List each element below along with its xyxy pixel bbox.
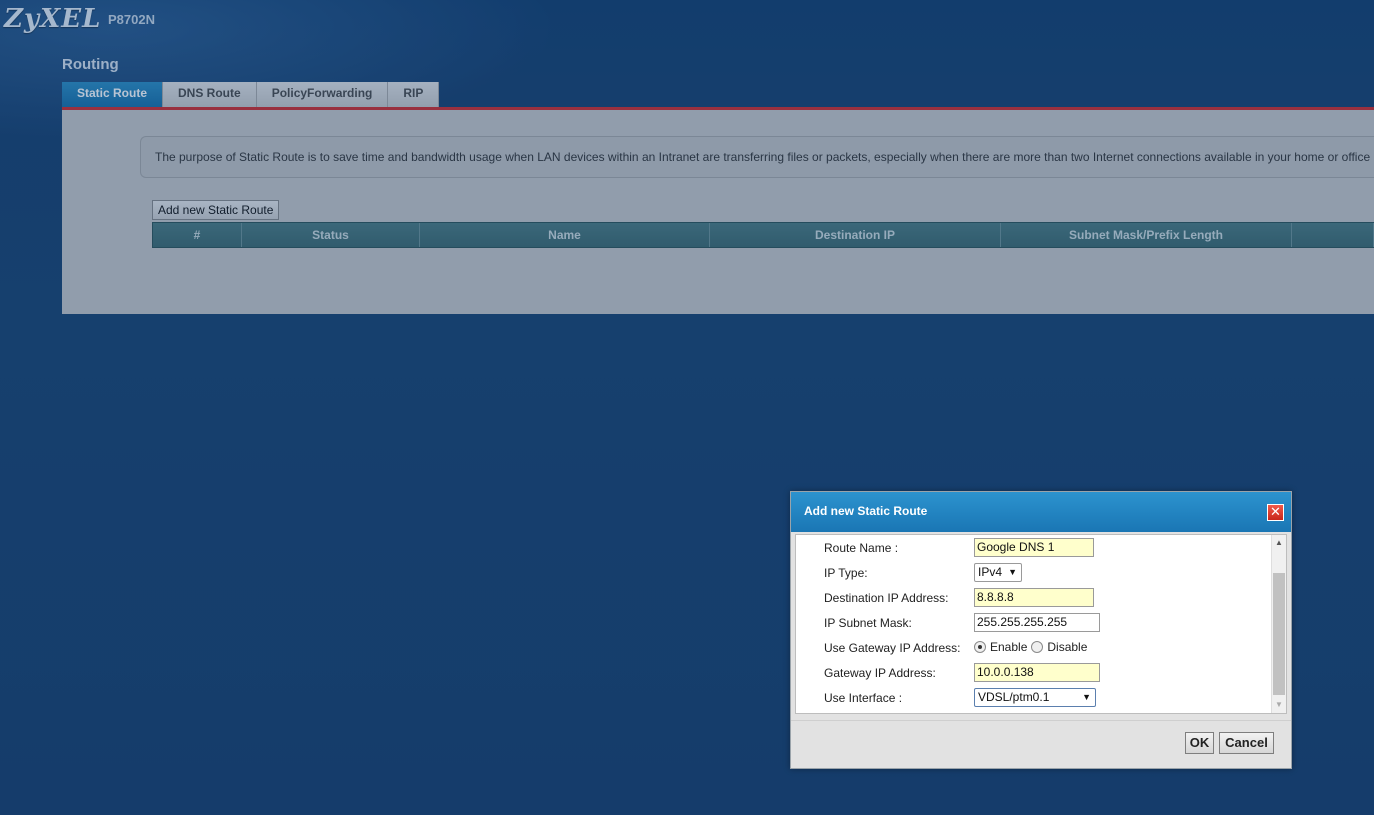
add-static-route-dialog: Add new Static Route ✕ Route Name : Goog… bbox=[790, 491, 1292, 769]
use-interface-select[interactable]: VDSL/ptm0.1 ▼ bbox=[974, 688, 1096, 707]
gateway-disable-label: Disable bbox=[1047, 640, 1088, 654]
route-name-input[interactable]: Google DNS 1 bbox=[974, 538, 1094, 557]
dialog-footer-divider bbox=[791, 720, 1291, 721]
scroll-down-icon[interactable]: ▼ bbox=[1272, 697, 1286, 713]
use-interface-label: Use Interface : bbox=[824, 691, 903, 705]
use-gateway-radio-group: Enable Disable bbox=[974, 640, 1087, 654]
gateway-disable-radio[interactable] bbox=[1031, 641, 1044, 653]
destination-ip-label: Destination IP Address: bbox=[824, 591, 949, 605]
gateway-ip-input[interactable]: 10.0.0.138 bbox=[974, 663, 1100, 682]
ok-button[interactable]: OK bbox=[1185, 732, 1214, 754]
chevron-down-icon: ▼ bbox=[1082, 692, 1091, 702]
cancel-button[interactable]: Cancel bbox=[1219, 732, 1274, 754]
dialog-form: Route Name : Google DNS 1 IP Type: IPv4 … bbox=[795, 534, 1287, 714]
subnet-mask-label: IP Subnet Mask: bbox=[824, 616, 912, 630]
gateway-enable-label: Enable bbox=[990, 640, 1028, 654]
ip-type-label: IP Type: bbox=[824, 566, 868, 580]
dialog-header: Add new Static Route ✕ bbox=[791, 492, 1291, 532]
ip-type-value: IPv4 bbox=[978, 565, 1003, 579]
route-name-label: Route Name : bbox=[824, 541, 899, 555]
destination-ip-input[interactable]: 8.8.8.8 bbox=[974, 588, 1094, 607]
dialog-scrollbar[interactable]: ▲ ▼ bbox=[1271, 535, 1286, 713]
use-gateway-label: Use Gateway IP Address: bbox=[824, 641, 961, 655]
close-icon[interactable]: ✕ bbox=[1267, 504, 1284, 521]
ip-type-select[interactable]: IPv4 ▼ bbox=[974, 563, 1022, 582]
dialog-title: Add new Static Route bbox=[804, 504, 928, 518]
gateway-enable-radio[interactable] bbox=[974, 641, 986, 653]
scrollbar-thumb[interactable] bbox=[1273, 573, 1285, 695]
chevron-down-icon: ▼ bbox=[1008, 567, 1017, 577]
subnet-mask-input[interactable]: 255.255.255.255 bbox=[974, 613, 1100, 632]
scroll-up-icon[interactable]: ▲ bbox=[1272, 535, 1286, 551]
gateway-ip-label: Gateway IP Address: bbox=[824, 666, 936, 680]
use-interface-value: VDSL/ptm0.1 bbox=[978, 690, 1050, 704]
